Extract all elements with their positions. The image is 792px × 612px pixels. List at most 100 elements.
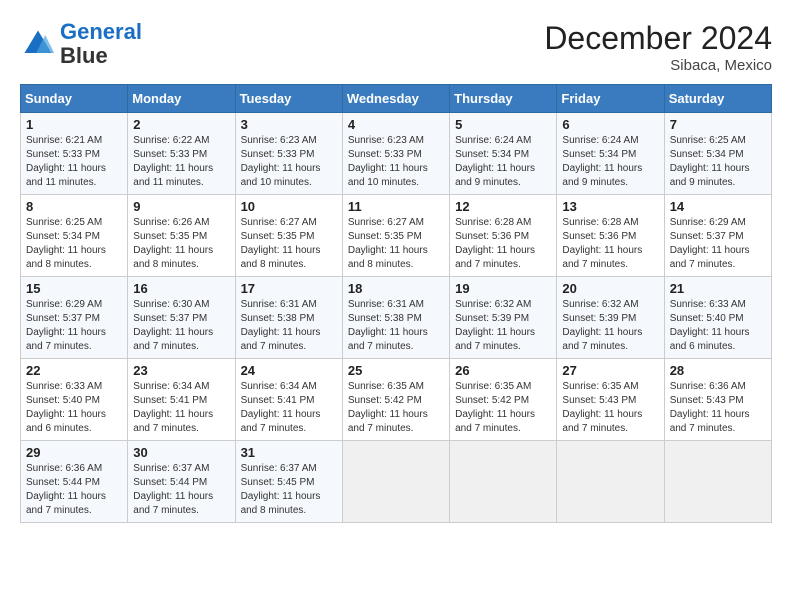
day-number: 19 [455, 281, 551, 296]
day-info: Sunrise: 6:27 AM Sunset: 5:35 PM Dayligh… [348, 216, 444, 272]
calendar-cell: 15 Sunrise: 6:29 AM Sunset: 5:37 PM Dayli… [21, 277, 128, 359]
calendar-cell: 25 Sunrise: 6:35 AM Sunset: 5:42 PM Dayli… [342, 359, 449, 441]
calendar-cell: 1 Sunrise: 6:21 AM Sunset: 5:33 PM Daylig… [21, 113, 128, 195]
day-info: Sunrise: 6:27 AM Sunset: 5:35 PM Dayligh… [241, 216, 337, 272]
calendar-cell: 10 Sunrise: 6:27 AM Sunset: 5:35 PM Dayli… [235, 195, 342, 277]
day-info: Sunrise: 6:31 AM Sunset: 5:38 PM Dayligh… [241, 298, 337, 354]
day-info: Sunrise: 6:35 AM Sunset: 5:42 PM Dayligh… [348, 380, 444, 436]
calendar-header: SundayMondayTuesdayWednesdayThursdayFrid… [21, 85, 772, 113]
day-info: Sunrise: 6:32 AM Sunset: 5:39 PM Dayligh… [562, 298, 658, 354]
day-info: Sunrise: 6:35 AM Sunset: 5:42 PM Dayligh… [455, 380, 551, 436]
day-number: 14 [670, 199, 766, 214]
calendar-cell: 18Sunrise: 6:31 AM Sunset: 5:38 PM Dayli… [342, 277, 449, 359]
day-info: Sunrise: 6:21 AM Sunset: 5:33 PM Dayligh… [26, 134, 122, 190]
day-info: Sunrise: 6:33 AM Sunset: 5:40 PM Dayligh… [670, 298, 766, 354]
calendar-cell: 2Sunrise: 6:22 AM Sunset: 5:33 PM Daylig… [128, 113, 235, 195]
page-header: General Blue December 2024 Sibaca, Mexic… [20, 20, 772, 74]
day-number: 7 [670, 117, 766, 132]
calendar-cell [557, 441, 664, 523]
day-info: Sunrise: 6:28 AM Sunset: 5:36 PM Dayligh… [455, 216, 551, 272]
day-header-monday: Monday [128, 85, 235, 113]
day-info: Sunrise: 6:25 AM Sunset: 5:34 PM Dayligh… [670, 134, 766, 190]
calendar-cell: 6 Sunrise: 6:24 AM Sunset: 5:34 PM Daylig… [557, 113, 664, 195]
calendar-week-2: 8Sunrise: 6:25 AM Sunset: 5:34 PM Daylig… [21, 195, 772, 277]
day-info: Sunrise: 6:23 AM Sunset: 5:33 PM Dayligh… [348, 134, 444, 190]
day-number: 25 [348, 363, 444, 378]
calendar-week-4: 22 Sunrise: 6:33 AM Sunset: 5:40 PM Dayli… [21, 359, 772, 441]
calendar-cell: 21Sunrise: 6:33 AM Sunset: 5:40 PM Dayli… [664, 277, 771, 359]
day-info: Sunrise: 6:35 AM Sunset: 5:43 PM Dayligh… [562, 380, 658, 436]
calendar-cell [450, 441, 557, 523]
day-number: 16 [133, 281, 229, 296]
day-header-wednesday: Wednesday [342, 85, 449, 113]
day-number: 17 [241, 281, 337, 296]
day-number: 31 [241, 445, 337, 460]
day-number: 15 [26, 281, 122, 296]
day-number: 30 [133, 445, 229, 460]
calendar-cell: 3 Sunrise: 6:23 AM Sunset: 5:33 PM Daylig… [235, 113, 342, 195]
day-number: 28 [670, 363, 766, 378]
calendar-cell: 22 Sunrise: 6:33 AM Sunset: 5:40 PM Dayli… [21, 359, 128, 441]
month-title: December 2024 [544, 20, 772, 57]
calendar-cell: 17 Sunrise: 6:31 AM Sunset: 5:38 PM Dayli… [235, 277, 342, 359]
calendar-cell: 26 Sunrise: 6:35 AM Sunset: 5:42 PM Dayli… [450, 359, 557, 441]
calendar-cell: 20 Sunrise: 6:32 AM Sunset: 5:39 PM Dayli… [557, 277, 664, 359]
day-number: 23 [133, 363, 229, 378]
calendar-cell: 31 Sunrise: 6:37 AM Sunset: 5:45 PM Dayli… [235, 441, 342, 523]
day-header-sunday: Sunday [21, 85, 128, 113]
day-info: Sunrise: 6:24 AM Sunset: 5:34 PM Dayligh… [562, 134, 658, 190]
day-number: 6 [562, 117, 658, 132]
location: Sibaca, Mexico [544, 57, 772, 74]
calendar-cell: 9 Sunrise: 6:26 AM Sunset: 5:35 PM Daylig… [128, 195, 235, 277]
day-info: Sunrise: 6:34 AM Sunset: 5:41 PM Dayligh… [241, 380, 337, 436]
calendar-cell: 30 Sunrise: 6:37 AM Sunset: 5:44 PM Dayli… [128, 441, 235, 523]
calendar-cell: 4 Sunrise: 6:23 AM Sunset: 5:33 PM Daylig… [342, 113, 449, 195]
day-number: 1 [26, 117, 122, 132]
day-info: Sunrise: 6:36 AM Sunset: 5:43 PM Dayligh… [670, 380, 766, 436]
day-header-saturday: Saturday [664, 85, 771, 113]
logo-icon [20, 26, 56, 62]
calendar-cell: 7 Sunrise: 6:25 AM Sunset: 5:34 PM Daylig… [664, 113, 771, 195]
logo-text: General Blue [60, 20, 142, 68]
day-number: 27 [562, 363, 658, 378]
calendar-week-3: 15 Sunrise: 6:29 AM Sunset: 5:37 PM Dayli… [21, 277, 772, 359]
calendar-week-5: 29Sunrise: 6:36 AM Sunset: 5:44 PM Dayli… [21, 441, 772, 523]
calendar-week-1: 1 Sunrise: 6:21 AM Sunset: 5:33 PM Daylig… [21, 113, 772, 195]
day-header-tuesday: Tuesday [235, 85, 342, 113]
calendar-cell: 16 Sunrise: 6:30 AM Sunset: 5:37 PM Dayli… [128, 277, 235, 359]
calendar-cell: 29Sunrise: 6:36 AM Sunset: 5:44 PM Dayli… [21, 441, 128, 523]
day-number: 3 [241, 117, 337, 132]
day-number: 12 [455, 199, 551, 214]
calendar-cell [342, 441, 449, 523]
day-info: Sunrise: 6:25 AM Sunset: 5:34 PM Dayligh… [26, 216, 122, 272]
calendar-cell: 23Sunrise: 6:34 AM Sunset: 5:41 PM Dayli… [128, 359, 235, 441]
calendar-cell: 12 Sunrise: 6:28 AM Sunset: 5:36 PM Dayli… [450, 195, 557, 277]
day-info: Sunrise: 6:32 AM Sunset: 5:39 PM Dayligh… [455, 298, 551, 354]
day-info: Sunrise: 6:29 AM Sunset: 5:37 PM Dayligh… [670, 216, 766, 272]
day-header-friday: Friday [557, 85, 664, 113]
day-info: Sunrise: 6:23 AM Sunset: 5:33 PM Dayligh… [241, 134, 337, 190]
day-info: Sunrise: 6:29 AM Sunset: 5:37 PM Dayligh… [26, 298, 122, 354]
day-number: 20 [562, 281, 658, 296]
day-info: Sunrise: 6:26 AM Sunset: 5:35 PM Dayligh… [133, 216, 229, 272]
calendar-cell: 24Sunrise: 6:34 AM Sunset: 5:41 PM Dayli… [235, 359, 342, 441]
calendar-cell: 11Sunrise: 6:27 AM Sunset: 5:35 PM Dayli… [342, 195, 449, 277]
day-number: 9 [133, 199, 229, 214]
day-info: Sunrise: 6:37 AM Sunset: 5:44 PM Dayligh… [133, 462, 229, 518]
calendar-cell [664, 441, 771, 523]
day-number: 2 [133, 117, 229, 132]
day-number: 22 [26, 363, 122, 378]
day-info: Sunrise: 6:30 AM Sunset: 5:37 PM Dayligh… [133, 298, 229, 354]
calendar-cell: 19 Sunrise: 6:32 AM Sunset: 5:39 PM Dayli… [450, 277, 557, 359]
day-number: 10 [241, 199, 337, 214]
day-number: 4 [348, 117, 444, 132]
day-info: Sunrise: 6:24 AM Sunset: 5:34 PM Dayligh… [455, 134, 551, 190]
day-info: Sunrise: 6:33 AM Sunset: 5:40 PM Dayligh… [26, 380, 122, 436]
day-info: Sunrise: 6:36 AM Sunset: 5:44 PM Dayligh… [26, 462, 122, 518]
logo: General Blue [20, 20, 142, 68]
calendar-table: SundayMondayTuesdayWednesdayThursdayFrid… [20, 84, 772, 523]
day-number: 26 [455, 363, 551, 378]
calendar-cell: 14 Sunrise: 6:29 AM Sunset: 5:37 PM Dayli… [664, 195, 771, 277]
day-header-thursday: Thursday [450, 85, 557, 113]
day-info: Sunrise: 6:37 AM Sunset: 5:45 PM Dayligh… [241, 462, 337, 518]
